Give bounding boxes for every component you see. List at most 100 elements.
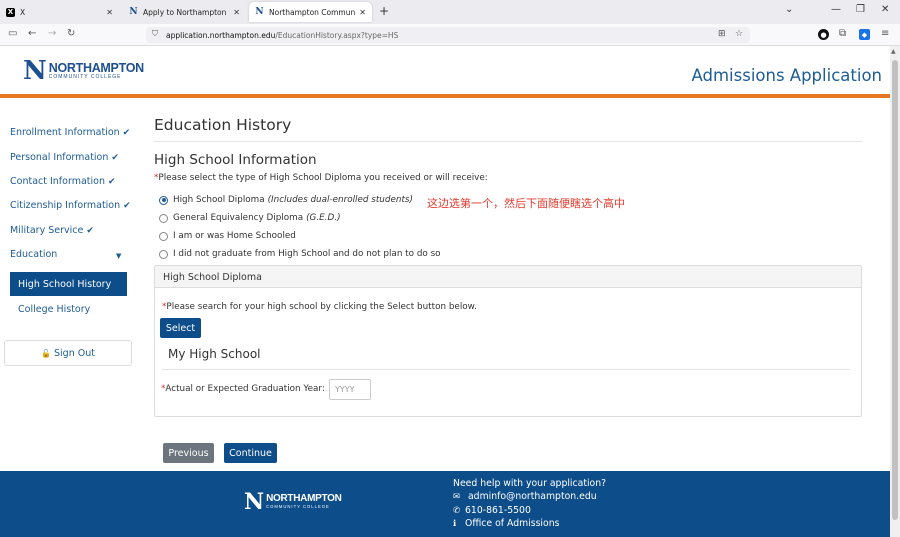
orange-header-rule [0, 94, 890, 98]
extensions-puzzle-icon[interactable]: ⧉ [839, 28, 846, 39]
logo-sub: COMMUNITY COLLEGE [266, 504, 330, 510]
app-title: Admissions Application [691, 66, 883, 85]
diploma-option-home-schooled[interactable]: I am or was Home Schooled [159, 231, 296, 241]
sidebar-item-citizenship[interactable]: Citizenship Information ✔ [10, 200, 131, 211]
radio-button-selected[interactable] [159, 195, 168, 205]
divider [162, 369, 850, 370]
forward-arrow-icon[interactable]: → [48, 28, 56, 39]
search-prompt-text: Please search for your high school by cl… [166, 302, 477, 312]
option-label: General Equivalency Diploma [173, 213, 304, 223]
new-tab-button[interactable]: + [379, 4, 389, 18]
ncc-n-icon: N [255, 7, 264, 17]
help-office[interactable]: ℹ Office of Admissions [453, 518, 559, 529]
reader-view-icon[interactable]: ⊞ [718, 29, 726, 39]
diploma-prompt-text: Please select the type of High School Di… [158, 173, 488, 183]
footer-ncc-logo[interactable]: N NORTHAMPTON COMMUNITY COLLEGE [244, 491, 342, 513]
ncc-logo[interactable]: N NORTHAMPTON COMMUNITY COLLEGE [23, 58, 144, 84]
logo-words: NORTHAMPTON COMMUNITY COLLEGE [49, 62, 144, 81]
logo-word: NORTHAMPTON [48, 60, 144, 75]
scrollbar-thumb[interactable] [892, 60, 898, 520]
menu-hamburger-icon[interactable]: ≡ [881, 28, 889, 39]
back-arrow-icon[interactable]: ← [28, 28, 36, 39]
tab-list-chevron-icon[interactable]: ⌄ [785, 4, 793, 15]
sidebar-item-contact[interactable]: Contact Information ✔ [10, 176, 116, 187]
annotation-note: 这边选第一个，然后下面随便瞎选个高中 [427, 197, 625, 210]
minimize-icon[interactable]: — [831, 4, 841, 15]
radio-button[interactable] [159, 231, 168, 241]
scroll-up-arrow-icon[interactable]: ▲ [891, 48, 896, 55]
logo-word: NORTHAMPTON [266, 493, 342, 505]
reload-icon[interactable]: ↻ [67, 28, 75, 39]
office-text: Office of Admissions [465, 518, 560, 529]
sidebar-item-college-history[interactable]: College History [18, 304, 90, 315]
email-text: adminfo@northampton.edu [467, 491, 597, 502]
close-tab-icon[interactable]: ✕ [233, 8, 240, 17]
phone-icon: ✆ [453, 506, 461, 516]
sidebar-item-enrollment[interactable]: Enrollment Information ✔ [10, 127, 130, 138]
high-school-diploma-panel: High School Diploma [154, 265, 862, 417]
logo-letter: N [23, 56, 47, 86]
page-footer: N NORTHAMPTON COMMUNITY COLLEGE [0, 471, 890, 537]
option-note: (G.E.D.) [306, 213, 341, 223]
browser-nav-bar: ▭ ← → ↻ ⛉ application.northampton.edu /E… [0, 24, 900, 46]
logo-letter: N [244, 489, 265, 515]
divider [154, 141, 862, 142]
sidebar-item-label: Education [10, 249, 58, 260]
search-prompt: *Please search for your high school by c… [162, 302, 477, 312]
radio-button[interactable] [159, 249, 168, 259]
browser-tab-apply[interactable]: N Apply to Northampton Commu ✕ [123, 2, 246, 22]
restore-icon[interactable]: ❐ [856, 4, 865, 15]
sidebar-item-label: Enrollment Information [10, 127, 120, 138]
help-phone[interactable]: ✆ 610-861-5500 [453, 505, 531, 516]
sign-out-button[interactable]: 🔓 Sign Out [4, 340, 132, 366]
logo-words: NORTHAMPTON COMMUNITY COLLEGE [266, 493, 342, 510]
tab-title: Apply to Northampton Commu [143, 7, 229, 17]
diploma-prompt: *Please select the type of High School D… [154, 173, 488, 183]
sidebar-item-personal[interactable]: Personal Information ✔ [10, 152, 119, 163]
caret-down-icon[interactable]: ▼ [116, 252, 121, 260]
sidebar-item-education[interactable]: Education [10, 249, 57, 260]
address-bar[interactable]: ⛉ application.northampton.edu /Education… [146, 27, 750, 43]
page-title: Education History [154, 116, 292, 134]
diploma-option-no-graduate[interactable]: I did not graduate from High School and … [159, 249, 441, 259]
option-note: (Includes dual-enrolled students) [267, 195, 413, 205]
extension-blue-icon[interactable]: ◆ [859, 29, 870, 40]
x-logo-icon: X [6, 7, 15, 17]
page-scrollbar[interactable]: ▲ [890, 46, 900, 537]
previous-button[interactable]: Previous [163, 443, 214, 463]
shield-icon: ⛉ [152, 29, 158, 38]
extension-dark-icon[interactable]: ● [818, 29, 829, 40]
help-title: Need help with your application? [453, 478, 607, 489]
grad-year-label-text: Actual or Expected Graduation Year: [165, 384, 325, 394]
close-window-icon[interactable]: ✕ [881, 4, 889, 15]
close-tab-icon[interactable]: ✕ [359, 8, 366, 17]
bookmark-star-icon[interactable]: ☆ [735, 29, 743, 39]
sidebar-item-military[interactable]: Military Service ✔ [10, 225, 94, 236]
diploma-option-ged[interactable]: General Equivalency Diploma (G.E.D.) [159, 213, 341, 223]
sidebar-item-label: Contact Information [10, 176, 105, 187]
info-icon: ℹ [453, 519, 457, 529]
option-label: I did not graduate from High School and … [173, 249, 441, 259]
section-title: High School Information [154, 152, 317, 168]
sidebar-item-label: Personal Information [10, 152, 109, 163]
grad-year-input[interactable]: YYYY [329, 379, 371, 400]
continue-button[interactable]: Continue [224, 443, 277, 463]
sidebar-item-label: Citizenship Information [10, 200, 121, 211]
grad-year-label: *Actual or Expected Graduation Year: [161, 384, 325, 394]
sidebar-toggle-icon[interactable]: ▭ [8, 28, 17, 39]
panel-header: High School Diploma [155, 266, 861, 288]
close-tab-icon[interactable]: ✕ [106, 8, 113, 17]
help-email[interactable]: ✉ adminfo@northampton.edu [453, 491, 597, 502]
browser-tab-bar: X X ✕ N Apply to Northampton Commu ✕ N N… [0, 0, 900, 24]
browser-tab-x[interactable]: X X ✕ [0, 2, 119, 22]
my-high-school-label: My High School [168, 347, 261, 361]
tab-title: X [20, 7, 26, 17]
sidebar-item-high-school-history[interactable]: High School History [10, 272, 127, 296]
diploma-option-hs[interactable]: High School Diploma (Includes dual-enroll… [159, 195, 413, 205]
select-button[interactable]: Select [160, 318, 201, 338]
envelope-icon: ✉ [453, 492, 461, 502]
browser-tab-active[interactable]: N Northampton Community Col ✕ [249, 2, 372, 22]
radio-button[interactable] [159, 213, 168, 223]
url-path: /EducationHistory.aspx?type=HS [275, 30, 399, 40]
unlock-icon: 🔓 [41, 348, 51, 358]
